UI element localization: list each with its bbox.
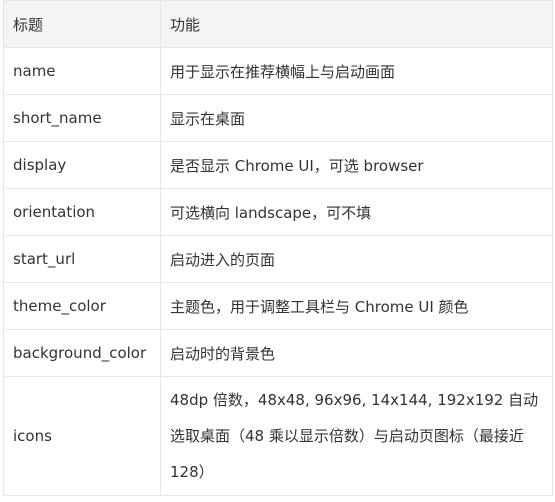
manifest-fields-table: 标题 功能 name 用于显示在推荐横幅上与启动画面 short_name 显示…	[3, 0, 553, 496]
table-row: background_color 启动时的背景色	[3, 329, 553, 377]
row-field-description: 显示在桌面	[160, 94, 553, 142]
row-field-description: 启动进入的页面	[160, 235, 553, 283]
table-row: start_url 启动进入的页面	[3, 235, 553, 283]
row-field-name: orientation	[3, 188, 161, 236]
column-header-function: 功能	[160, 0, 553, 48]
row-field-description: 48dp 倍数，48x48, 96x96, 14x144, 192x192 自动…	[160, 376, 553, 496]
row-field-name: display	[3, 141, 161, 189]
row-field-description: 主题色，用于调整工具栏与 Chrome UI 颜色	[160, 282, 553, 330]
row-field-description: 用于显示在推荐横幅上与启动画面	[160, 47, 553, 95]
row-field-name: short_name	[3, 94, 161, 142]
table-row: display 是否显示 Chrome UI，可选 browser	[3, 141, 553, 189]
row-field-description: 可选横向 landscape，可不填	[160, 188, 553, 236]
table-header-row: 标题 功能	[3, 0, 553, 48]
table-row: short_name 显示在桌面	[3, 94, 553, 142]
row-field-name: start_url	[3, 235, 161, 283]
table-row: icons 48dp 倍数，48x48, 96x96, 14x144, 192x…	[3, 376, 553, 496]
column-header-title: 标题	[3, 0, 161, 48]
table-row: name 用于显示在推荐横幅上与启动画面	[3, 47, 553, 95]
row-field-description: 是否显示 Chrome UI，可选 browser	[160, 141, 553, 189]
row-field-description: 启动时的背景色	[160, 329, 553, 377]
row-field-name: theme_color	[3, 282, 161, 330]
row-field-name: name	[3, 47, 161, 95]
table-row: orientation 可选横向 landscape，可不填	[3, 188, 553, 236]
page: 标题 功能 name 用于显示在推荐横幅上与启动画面 short_name 显示…	[0, 0, 555, 502]
row-field-name: icons	[3, 376, 161, 496]
table-row: theme_color 主题色，用于调整工具栏与 Chrome UI 颜色	[3, 282, 553, 330]
row-field-name: background_color	[3, 329, 161, 377]
